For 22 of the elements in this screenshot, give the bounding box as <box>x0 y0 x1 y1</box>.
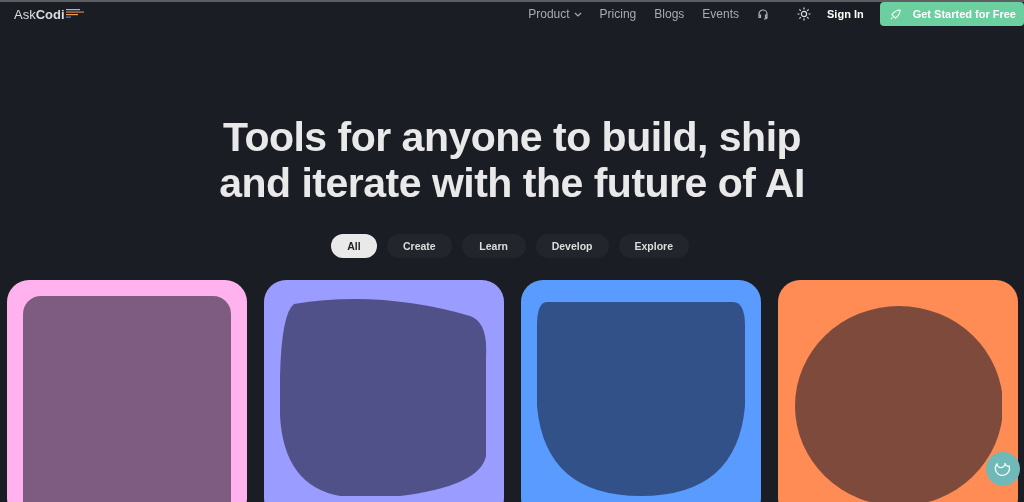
sign-in-link[interactable]: Sign In <box>827 8 864 20</box>
filter-tab[interactable]: Develop <box>535 234 609 258</box>
nav-link[interactable]: Blogs <box>654 7 685 21</box>
headline: Tools for anyone to build, ship <box>222 114 802 160</box>
tool-card[interactable] <box>521 280 761 502</box>
filter-tab[interactable]: Explore <box>618 234 690 258</box>
filter-tab[interactable]: All <box>330 234 377 258</box>
sun-icon[interactable] <box>797 7 811 21</box>
headset-icon[interactable] <box>757 8 769 20</box>
cookie-icon[interactable] <box>986 452 1020 486</box>
rocket-icon <box>889 8 901 20</box>
filter-tab[interactable]: Create <box>386 234 452 258</box>
logo-mark-icon <box>65 9 86 19</box>
nav-link[interactable]: Events <box>702 7 739 21</box>
tool-card[interactable] <box>264 280 504 502</box>
tool-card[interactable] <box>7 280 247 502</box>
nav-link[interactable]: Product <box>528 7 582 21</box>
logo-text[interactable]: AskCodi <box>14 6 65 22</box>
nav-link[interactable]: Pricing <box>599 7 637 21</box>
filter-tab[interactable]: Learn <box>461 234 526 258</box>
headline: and iterate with the future of AI <box>219 160 805 206</box>
chevron-down-icon <box>573 11 582 17</box>
